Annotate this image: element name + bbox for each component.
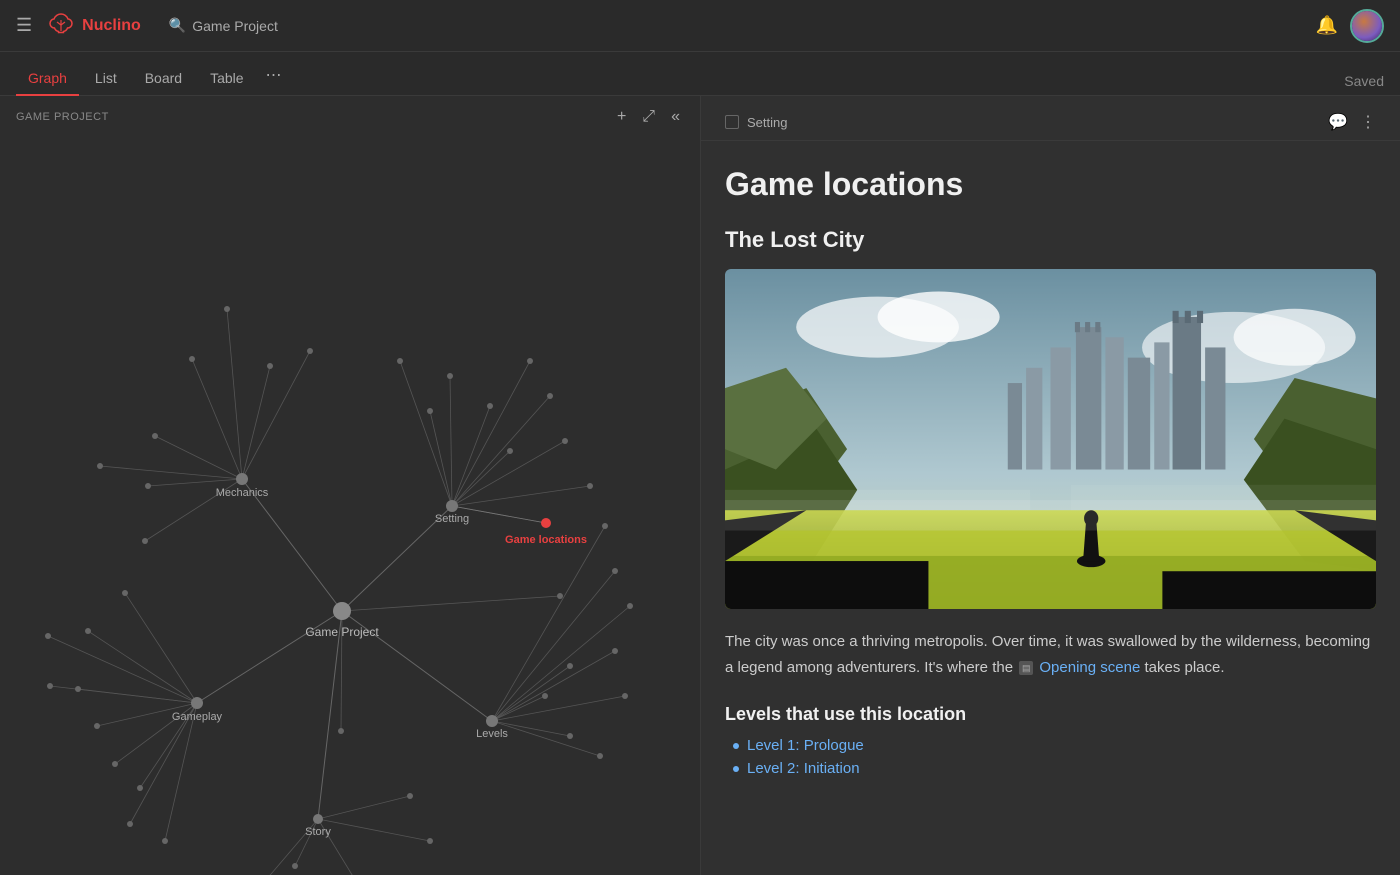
avatar[interactable] (1350, 9, 1384, 43)
node-game-project (333, 602, 351, 620)
doc-levels-heading: Levels that use this location (725, 704, 1376, 725)
node-levels (486, 715, 498, 727)
doc-panel: Setting 💬 ⋮ Game locations The Lost City (700, 96, 1400, 875)
level1-link[interactable]: Level 1: Prologue (747, 737, 864, 754)
doc-checkbox[interactable] (725, 115, 739, 129)
graph-panel: GAME PROJECT + ⤢ « (0, 96, 700, 875)
hamburger-icon[interactable]: ☰ (16, 15, 32, 36)
comment-icon[interactable]: 💬 (1328, 112, 1348, 132)
node-gameplay (191, 697, 203, 709)
collapse-panel-button[interactable]: « (667, 106, 684, 128)
saved-label: Saved (1344, 73, 1384, 89)
tab-bar: Graph List Board Table ⋯ Saved (0, 52, 1400, 96)
main-layout: GAME PROJECT + ⤢ « (0, 96, 1400, 875)
svg-text:Levels: Levels (476, 728, 508, 740)
tab-table[interactable]: Table (198, 62, 255, 96)
doc-paragraph: The city was once a thriving metropolis.… (725, 629, 1376, 680)
opening-scene-link[interactable]: Opening scene (1039, 659, 1140, 676)
search-text: Game Project (192, 18, 278, 34)
node-setting (446, 500, 458, 512)
graph-svg: Game Project Mechanics Setting Game loca… (0, 96, 700, 875)
doc-header: Setting 💬 ⋮ (701, 96, 1400, 141)
top-nav-right: 🔔 (1316, 9, 1384, 43)
logo-text: Nuclino (82, 17, 141, 35)
expand-graph-button[interactable]: ⤢ (638, 106, 659, 128)
level2-link[interactable]: Level 2: Initiation (747, 760, 860, 777)
svg-text:Game Project: Game Project (305, 625, 379, 639)
top-nav: ☰ Nuclino 🔍 Game Project 🔔 (0, 0, 1400, 52)
graph-controls: + ⤢ « (613, 106, 684, 128)
graph-breadcrumb: GAME PROJECT (16, 111, 109, 123)
svg-text:Setting: Setting (435, 513, 469, 525)
list-bullet-icon (733, 743, 739, 749)
list-item: Level 2: Initiation (733, 760, 1376, 777)
doc-title: Game locations (725, 165, 1376, 203)
svg-text:Game locations: Game locations (505, 534, 587, 546)
svg-text:Gameplay: Gameplay (172, 711, 223, 723)
doc-setting-label: Setting (747, 115, 787, 130)
inline-doc-icon: ▤ (1019, 661, 1033, 675)
svg-text:Story: Story (305, 826, 331, 838)
node-mechanics (236, 473, 248, 485)
search-icon: 🔍 (169, 17, 186, 34)
notification-bell-icon[interactable]: 🔔 (1316, 15, 1338, 36)
doc-section-lost-city-heading: The Lost City (725, 227, 1376, 253)
more-options-icon[interactable]: ⋮ (1360, 112, 1376, 132)
node-story (313, 814, 323, 824)
add-node-button[interactable]: + (613, 106, 630, 128)
list-bullet-icon (733, 766, 739, 772)
logo-area: Nuclino (48, 12, 141, 40)
tab-more-icon[interactable]: ⋯ (260, 57, 288, 93)
graph-header: GAME PROJECT + ⤢ « (0, 96, 700, 138)
list-item: Level 1: Prologue (733, 737, 1376, 754)
svg-text:Mechanics: Mechanics (216, 487, 269, 499)
node-game-locations (541, 518, 551, 528)
doc-content: Game locations The Lost City (701, 141, 1400, 823)
tab-graph[interactable]: Graph (16, 62, 79, 96)
graph-canvas: Game Project Mechanics Setting Game loca… (0, 96, 700, 875)
search-area[interactable]: 🔍 Game Project (169, 17, 278, 34)
tab-list[interactable]: List (83, 62, 129, 96)
brain-icon (48, 12, 74, 40)
doc-image-lost-city (725, 269, 1376, 609)
tab-board[interactable]: Board (133, 62, 194, 96)
doc-setting-row: Setting (725, 115, 787, 130)
doc-header-icons: 💬 ⋮ (1328, 112, 1376, 132)
doc-levels-list: Level 1: Prologue Level 2: Initiation (725, 737, 1376, 777)
